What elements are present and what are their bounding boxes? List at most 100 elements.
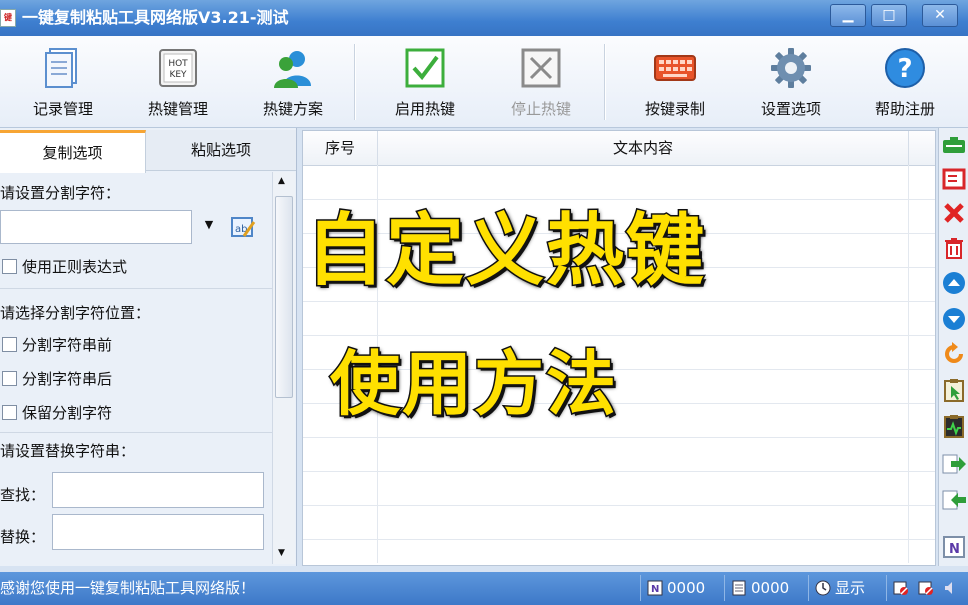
scroll-up-arrow[interactable]: ▲ (278, 176, 285, 186)
hotkey-scheme-label: 热键方案 (262, 100, 323, 118)
grid-header: 序号 文本内容 (303, 131, 935, 166)
record-manage-label: 记录管理 (32, 100, 93, 118)
overlay-title-line1: 自定义热键 (304, 205, 707, 298)
grid-column-line (908, 165, 909, 563)
trash-icon[interactable] (941, 235, 967, 261)
notepad-small-icon: N (647, 580, 663, 596)
clipboard-monitor-icon[interactable] (941, 413, 967, 439)
move-down-icon[interactable] (941, 306, 967, 332)
keep-delimiter-checkbox[interactable] (2, 405, 17, 420)
window-title: 一键复制粘贴工具网络版V3.21-测试 (22, 8, 289, 27)
tab-copy-options[interactable]: 复制选项 (0, 130, 146, 173)
move-up-icon[interactable] (941, 270, 967, 296)
keyboard-icon (654, 55, 696, 81)
set-delimiter-label: 请设置分割字符： (0, 184, 121, 202)
status-count-n-value: 0000 (667, 579, 706, 597)
after-string-checkbox[interactable] (2, 371, 17, 386)
hotkey-manage-label: 热键管理 (147, 100, 208, 118)
status-show-label: 显示 (835, 579, 866, 597)
import-left-icon[interactable] (941, 487, 967, 513)
toolbar-separator (604, 44, 606, 120)
svg-text:N: N (651, 584, 659, 595)
no-copy-icon[interactable] (893, 580, 909, 596)
notepad-icon[interactable]: N (941, 534, 967, 560)
no-paste-icon[interactable] (918, 580, 934, 596)
delete-icon[interactable] (941, 200, 967, 226)
tab-paste-options[interactable]: 粘贴选项 (146, 130, 296, 171)
status-count-n: N 0000 (640, 575, 705, 601)
edit-record-icon[interactable] (941, 166, 967, 192)
delimiter-dropdown-button[interactable]: ▼ (198, 218, 220, 238)
options-panel: 复制选项 粘贴选项 请设置分割字符： ▼ ab 使用正则表达式 请选择分割字符位… (0, 128, 297, 566)
svg-text:N: N (949, 542, 960, 557)
users-icon (274, 51, 311, 88)
close-button[interactable]: ✕ (922, 4, 958, 27)
grid-row-line (303, 301, 935, 302)
toolbar: 记录管理 HOT KEY 热键管理 热键方案 启用热键 停止热键 按键录制 设置… (0, 36, 968, 128)
toolbar-separator (354, 44, 356, 120)
replace-label: 替换： (0, 528, 46, 546)
status-show-toggle[interactable]: 显示 (808, 575, 865, 601)
scroll-down-arrow[interactable]: ▼ (278, 548, 285, 558)
status-bar: 感谢您使用一键复制粘贴工具网络版！ N 0000 0000 显示 (0, 572, 968, 605)
export-right-icon[interactable] (941, 451, 967, 477)
column-content-header[interactable]: 文本内容 (378, 131, 909, 165)
use-regex-checkbox[interactable] (2, 259, 17, 274)
document-small-icon (732, 580, 746, 596)
maximize-button[interactable]: □ (871, 4, 907, 27)
clipboard-select-icon[interactable] (941, 377, 967, 403)
set-replace-label: 请设置替换字符串： (0, 442, 136, 460)
status-tray-icons (886, 575, 968, 601)
before-string-checkbox[interactable] (2, 337, 17, 352)
import-icon[interactable] (941, 133, 967, 159)
find-input[interactable] (52, 472, 264, 508)
svg-text:HOT: HOT (168, 59, 188, 69)
help-register-label: 帮助注册 (874, 100, 935, 118)
text-edit-icon[interactable]: ab (230, 214, 256, 240)
delimiter-input[interactable] (0, 210, 192, 244)
status-count-doc: 0000 (724, 575, 789, 601)
refresh-icon[interactable] (941, 341, 967, 367)
grid-row-line (303, 539, 935, 540)
after-string-label: 分割字符串后 (22, 370, 113, 388)
hotkey-keycap-icon: HOT KEY (159, 49, 197, 87)
choose-position-label: 请选择分割字符位置： (0, 304, 151, 322)
x-box-icon (521, 48, 561, 88)
gear-icon (771, 48, 811, 88)
divider (0, 288, 272, 289)
settings-label: 设置选项 (760, 100, 821, 118)
svg-text:?: ? (897, 54, 912, 84)
hotkey-scheme-button[interactable]: 热键方案 (248, 40, 338, 124)
keep-delimiter-label: 保留分割字符 (22, 404, 113, 422)
before-string-label: 分割字符串前 (22, 336, 113, 354)
stop-hotkey-label: 停止热键 (510, 100, 571, 118)
enable-hotkey-button[interactable]: 启用热键 (380, 40, 470, 124)
hotkey-manage-button[interactable]: HOT KEY 热键管理 (133, 40, 223, 124)
divider (0, 432, 272, 433)
title-bar: 键 一键复制粘贴工具网络版V3.21-测试 ▁ □ ✕ (0, 0, 968, 36)
document-icon (45, 48, 77, 88)
status-count-doc-value: 0000 (751, 579, 790, 597)
find-label: 查找： (0, 486, 46, 504)
replace-input[interactable] (52, 514, 264, 550)
overlay-title-line2: 使用方法 (329, 342, 618, 427)
speaker-icon[interactable] (943, 580, 959, 596)
svg-text:KEY: KEY (169, 70, 187, 80)
check-icon (405, 48, 445, 88)
stop-hotkey-button[interactable]: 停止热键 (496, 40, 586, 124)
settings-button[interactable]: 设置选项 (746, 40, 836, 124)
key-record-button[interactable]: 按键录制 (630, 40, 720, 124)
app-icon: 键 (0, 9, 16, 27)
grid-row-line (303, 505, 935, 506)
key-record-label: 按键录制 (644, 100, 705, 118)
scroll-thumb[interactable] (275, 196, 293, 398)
enable-hotkey-label: 启用热键 (394, 100, 455, 118)
clock-icon (815, 580, 831, 596)
column-index-header[interactable]: 序号 (303, 131, 378, 165)
grid-row-line (303, 437, 935, 438)
use-regex-label: 使用正则表达式 (22, 258, 128, 276)
minimize-button[interactable]: ▁ (830, 4, 866, 27)
status-message: 感谢您使用一键复制粘贴工具网络版！ (0, 579, 256, 597)
record-manage-button[interactable]: 记录管理 (18, 40, 108, 124)
help-register-button[interactable]: ? 帮助注册 (860, 40, 950, 124)
